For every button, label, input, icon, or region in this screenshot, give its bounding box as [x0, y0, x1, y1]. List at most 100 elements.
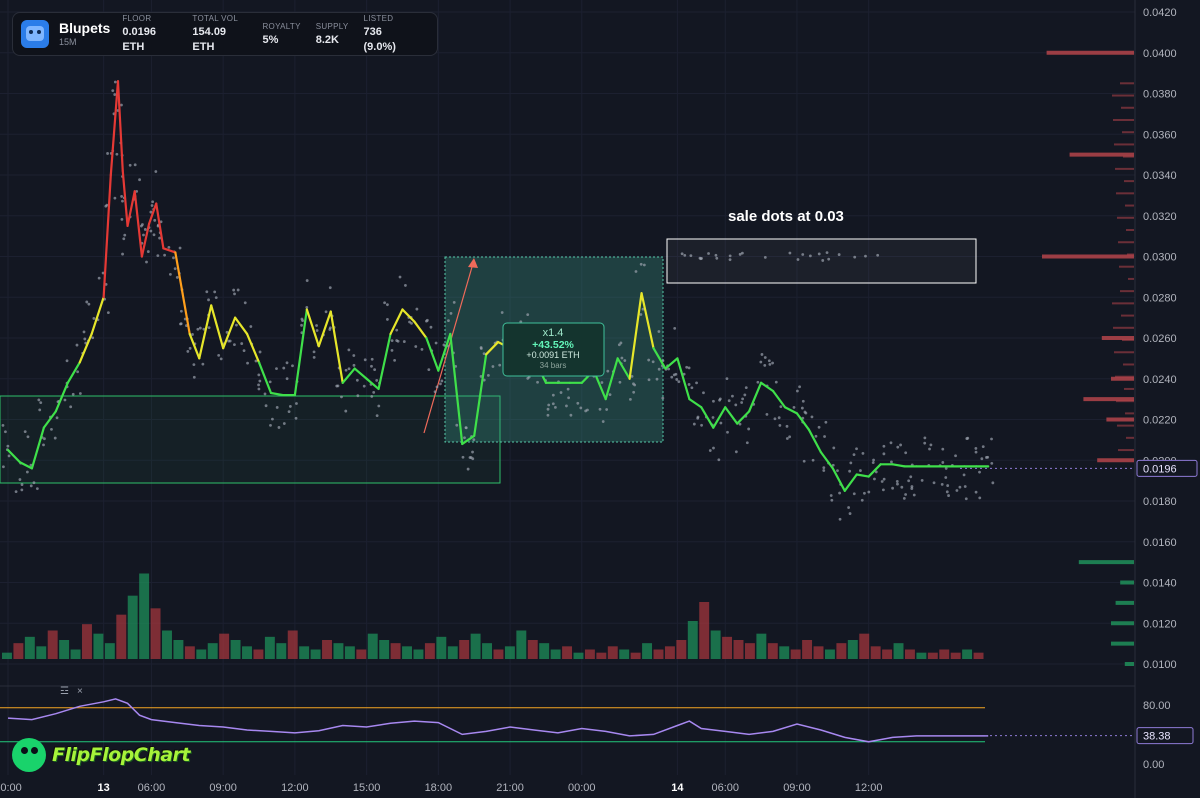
stat-floor: FLOOR 0.0196 ETH — [122, 13, 177, 55]
sale-dot — [990, 437, 993, 441]
close-icon[interactable]: × — [77, 686, 83, 697]
sale-dot — [954, 454, 957, 458]
sale-dot — [232, 288, 236, 292]
volume-bar — [596, 652, 607, 659]
volume-bar — [242, 646, 252, 659]
volume-bar — [722, 636, 733, 659]
sale-dot — [773, 417, 777, 421]
settings-icon[interactable]: ☲ — [60, 686, 69, 697]
sale-dot — [352, 363, 356, 367]
price-segment — [700, 406, 715, 429]
depth-bar — [1117, 424, 1134, 427]
y-tick-label: 0.0220 — [1143, 415, 1177, 427]
stat-listed: LISTED 736 (9.0%) — [364, 13, 414, 55]
volume-bar — [230, 640, 241, 659]
sale-dot — [944, 476, 948, 479]
price-segment — [353, 367, 368, 380]
measure-tool[interactable]: x1.4 +43.52% +0.0091 ETH 34 bars — [502, 322, 605, 377]
sale-dot — [932, 481, 936, 485]
sale-dot — [690, 386, 694, 390]
depth-bar — [1117, 216, 1134, 219]
y-tick-label: 0.0120 — [1143, 618, 1177, 630]
sale-dot — [744, 386, 748, 390]
y-tick-label: 0.0280 — [1143, 292, 1177, 304]
collection-logo-icon[interactable] — [21, 20, 49, 48]
volume-bar — [916, 652, 927, 659]
brand-logo[interactable]: FlipFlopChart — [12, 738, 191, 772]
volume-bar — [733, 640, 744, 659]
sale-dot — [890, 460, 893, 464]
price-segment — [724, 406, 739, 425]
sale-dot — [390, 348, 394, 352]
sale-dot — [315, 329, 319, 332]
sale-dot — [871, 461, 875, 465]
volume-bar — [390, 643, 401, 659]
sale-dot — [677, 380, 681, 384]
depth-bar — [1106, 417, 1134, 422]
sale-dot — [810, 415, 814, 419]
sale-dot — [375, 379, 379, 382]
sale-dot — [275, 406, 279, 409]
volume-bar — [127, 595, 138, 659]
y-tick-label: 0.0260 — [1143, 333, 1177, 345]
depth-bar — [1126, 436, 1134, 439]
depth-bar — [1113, 118, 1134, 121]
sale-dot — [768, 362, 772, 366]
sale-dot — [192, 375, 196, 379]
sale-dot — [153, 218, 157, 222]
sale-dot — [491, 365, 495, 368]
collection-header: Blupets 15M FLOOR 0.0196 ETH TOTAL VOL 1… — [12, 12, 438, 56]
volume-bar — [276, 643, 287, 659]
volume-bar — [859, 633, 870, 659]
y-tick-label: 0.0340 — [1143, 170, 1177, 182]
sale-dot — [294, 416, 298, 420]
volume-bar — [653, 649, 664, 659]
sale-dot — [756, 380, 760, 384]
volume-bar — [562, 646, 573, 659]
volume-bar — [962, 649, 973, 659]
volume-bar — [893, 643, 904, 659]
sale-dot — [264, 404, 268, 408]
price-segment — [90, 296, 105, 336]
price-chart[interactable]: x1.4 +43.52% +0.0091 ETH 34 bars sale do… — [0, 0, 1200, 798]
sale-dot — [282, 422, 286, 425]
sale-dot — [363, 358, 367, 362]
price-segment — [807, 428, 822, 454]
sale-dot — [632, 390, 636, 394]
sale-dot — [82, 330, 86, 334]
volume-bar — [836, 643, 847, 659]
sale-dot — [173, 267, 177, 271]
price-segment — [867, 463, 882, 478]
interval-label[interactable]: 15M — [59, 36, 110, 48]
rsi-tick-label: 80.00 — [1143, 700, 1171, 712]
sale-dot — [37, 398, 41, 402]
sale-dot — [141, 223, 144, 226]
sale-dot — [275, 367, 278, 371]
volume-bar — [2, 652, 12, 659]
measure-multiplier: x1.4 — [543, 327, 564, 339]
annotation-box[interactable] — [666, 238, 977, 284]
sale-dot — [291, 364, 294, 368]
volume-bar — [607, 646, 618, 659]
sale-dot — [695, 381, 698, 385]
sale-dot — [362, 384, 366, 388]
sale-dot — [328, 286, 332, 290]
sale-dot — [1, 423, 5, 427]
depth-bar — [1116, 400, 1134, 403]
sale-dot — [2, 465, 5, 469]
sale-dot — [133, 163, 137, 167]
depth-bar — [1119, 265, 1134, 268]
sale-dot — [466, 467, 470, 471]
volume-bar — [322, 640, 332, 659]
sale-dot — [651, 360, 655, 364]
sale-dot — [356, 394, 360, 398]
sale-dot — [771, 361, 774, 365]
price-segment — [688, 398, 703, 409]
sale-dot — [123, 233, 127, 237]
sale-dot — [848, 512, 852, 515]
price-segment — [843, 473, 858, 492]
collection-name[interactable]: Blupets — [59, 20, 110, 36]
sale-dot — [121, 252, 124, 256]
sale-dot — [429, 325, 433, 329]
sale-dot — [945, 490, 949, 494]
